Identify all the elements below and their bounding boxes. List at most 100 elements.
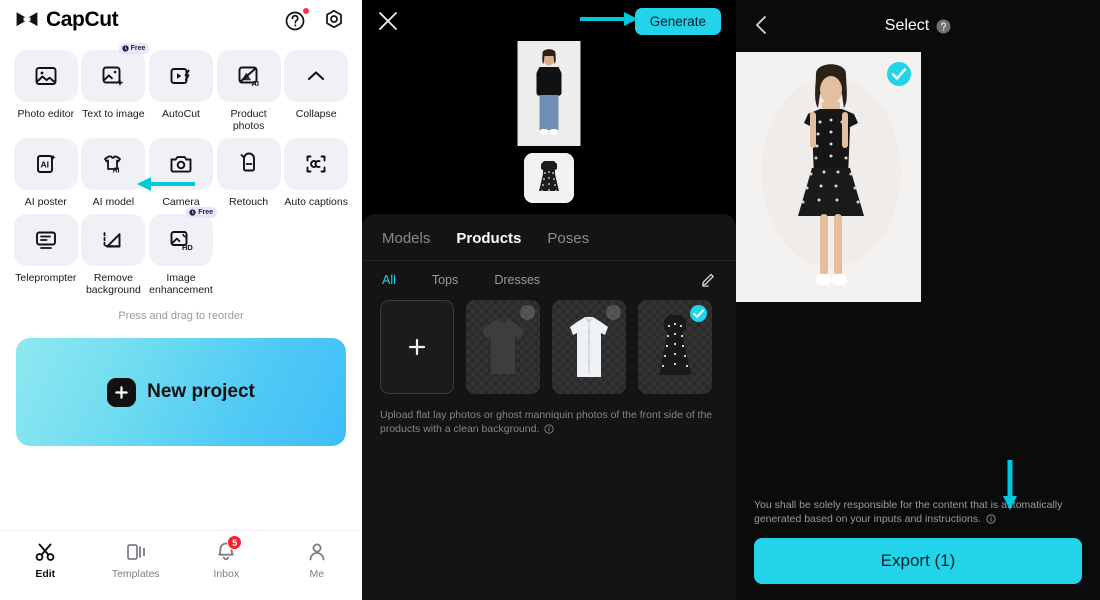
tool-teleprompter[interactable]: Teleprompter [12, 210, 80, 296]
nav-item-inbox[interactable]: 5 Inbox [181, 535, 272, 580]
disclaimer-text: You shall be solely responsible for the … [754, 498, 1082, 526]
back-chevron-icon[interactable] [752, 15, 770, 35]
product-item-white-shirt[interactable] [552, 300, 626, 394]
select-header: Select [736, 0, 1100, 52]
nav-item-templates[interactable]: Templates [91, 540, 182, 580]
nav-label: Inbox [213, 568, 240, 580]
tool-autocut[interactable]: AutoCut [147, 46, 215, 132]
tool-icon-box: AI [13, 138, 78, 190]
camera-icon [170, 156, 192, 173]
scissors-icon [33, 540, 57, 564]
header-icon-group [284, 8, 346, 32]
svg-text:AI: AI [40, 160, 49, 170]
svg-text:AI: AI [113, 168, 120, 175]
check-icon [693, 309, 704, 318]
image-enhancement-icon: HD [170, 231, 193, 252]
tool-label: Remove background [85, 272, 141, 296]
product-select-circle[interactable] [520, 305, 535, 320]
filter-all[interactable]: All [382, 273, 396, 287]
info-icon[interactable] [544, 424, 554, 434]
tool-collapse[interactable]: Collapse [282, 46, 350, 132]
editor-preview-area: Generate [362, 0, 736, 214]
tool-remove-background[interactable]: Remove background [80, 210, 148, 296]
tool-label: Collapse [295, 108, 337, 120]
tool-icon-box: Free [81, 43, 150, 102]
tool-icon-box [81, 214, 146, 266]
model-preview-thumbnail[interactable] [517, 41, 581, 146]
help-icon[interactable] [936, 19, 951, 34]
info-icon[interactable] [986, 514, 996, 524]
page-title: Select [884, 17, 930, 34]
tool-label: AI poster [24, 196, 67, 208]
nav-label: Templates [111, 568, 160, 580]
selected-product-thumbnail[interactable] [524, 153, 574, 203]
free-badge: Free [186, 207, 217, 218]
product-selected-check[interactable] [690, 305, 707, 322]
tool-camera[interactable]: Camera [147, 134, 215, 208]
retouch-icon [240, 152, 255, 172]
tool-product-photos[interactable]: AI Product photos [215, 46, 283, 132]
help-icon[interactable] [284, 8, 309, 32]
tool-icon-box [148, 138, 213, 190]
nav-label: Me [309, 568, 325, 580]
editor-tabs: Models Products Poses [362, 214, 736, 261]
result-gallery [736, 52, 1100, 302]
pencil-icon[interactable] [700, 271, 718, 289]
tool-label: Product photos [230, 108, 267, 132]
chevron-up-icon [308, 71, 325, 81]
capcut-logo-mark [16, 12, 38, 27]
tool-label: AutoCut [162, 108, 200, 120]
tool-image-enhancement[interactable]: Free HD Image enhancement [147, 207, 217, 296]
nav-item-me[interactable]: Me [272, 540, 363, 580]
photo-editor-icon [35, 67, 57, 85]
editor-bottom-sheet: Models Products Poses All Tops Dresses U… [362, 214, 736, 600]
add-product-button[interactable] [380, 300, 454, 394]
result-selected-check[interactable] [887, 62, 911, 86]
tool-label: Text to image [82, 108, 145, 120]
ai-model-icon: AI [104, 155, 122, 175]
capcut-logo: CapCut [14, 8, 119, 32]
tool-icon-box [148, 50, 213, 102]
notification-dot [303, 8, 309, 14]
new-project-button[interactable]: New project [16, 338, 346, 446]
inbox-badge: 5 [227, 535, 243, 550]
tool-ai-poster[interactable]: AI AI poster [12, 134, 80, 208]
new-project-label: New project [147, 381, 255, 402]
free-badge-label: Free [198, 209, 213, 216]
close-icon[interactable] [377, 10, 399, 32]
filter-tops[interactable]: Tops [432, 273, 458, 287]
capcut-app-screenshot: CapCut Photo editor Free Text to image A… [0, 0, 1100, 600]
tool-photo-editor[interactable]: Photo editor [12, 46, 80, 132]
tab-models[interactable]: Models [382, 230, 430, 247]
arrow-to-generate-annotation [580, 12, 638, 26]
tool-auto-captions[interactable]: Auto captions [282, 134, 350, 208]
auto-captions-icon [306, 155, 326, 173]
tab-poses[interactable]: Poses [547, 230, 589, 247]
tool-label: Auto captions [284, 196, 348, 208]
product-select-circle[interactable] [606, 305, 621, 320]
ai-model-editor-panel: Generate Models Products Poses All Tops … [362, 0, 736, 600]
product-item-dark-tshirt[interactable] [466, 300, 540, 394]
tool-retouch[interactable]: Retouch [215, 134, 283, 208]
nav-item-edit[interactable]: Edit [0, 540, 91, 580]
clock-icon [189, 209, 196, 216]
tool-icon-box: AI [81, 138, 146, 190]
tool-label: Retouch [229, 196, 269, 208]
product-filter-tabs: All Tops Dresses [362, 261, 736, 287]
select-title-wrap: Select [736, 17, 1100, 35]
export-section: You shall be solely responsible for the … [736, 498, 1100, 600]
bell-icon: 5 [214, 535, 243, 564]
settings-icon[interactable] [322, 8, 346, 32]
svg-text:AI: AI [251, 79, 259, 88]
export-button[interactable]: Export (1) [754, 538, 1082, 584]
upload-instruction: Upload flat lay photos or ghost manniqui… [362, 394, 736, 436]
generate-button[interactable]: Generate [634, 8, 721, 35]
text-to-image-icon [102, 66, 124, 86]
product-item-polka-dot-dress[interactable] [638, 300, 712, 394]
filter-dresses[interactable]: Dresses [494, 273, 540, 287]
tool-ai-model[interactable]: AI AI model [80, 134, 148, 208]
generated-model-image[interactable] [736, 52, 921, 302]
tool-label: Teleprompter [15, 272, 77, 284]
tool-text-to-image[interactable]: Free Text to image [80, 43, 150, 132]
tab-products[interactable]: Products [456, 230, 521, 247]
